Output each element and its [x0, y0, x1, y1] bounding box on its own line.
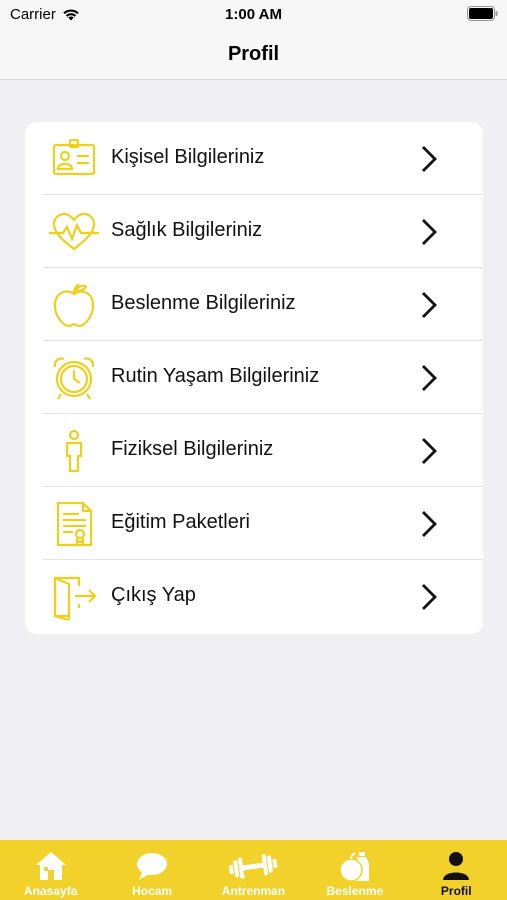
logout-door-icon: [53, 576, 97, 620]
certificate-icon: [56, 501, 93, 547]
menu-item-training-packages[interactable]: Eğitim Paketleri: [25, 487, 483, 560]
tab-antrenman[interactable]: Antrenman: [203, 840, 304, 900]
tab-anasayfa[interactable]: Anasayfa: [0, 840, 101, 900]
chevron-right-icon: [422, 219, 437, 245]
tab-profil[interactable]: Profil: [406, 840, 507, 900]
menu-item-label: Kişisel Bilgileriniz: [111, 146, 265, 168]
menu-item-logout[interactable]: Çıkış Yap: [25, 560, 483, 633]
menu-item-nutrition-info[interactable]: Beslenme Bilgileriniz: [25, 268, 483, 341]
status-bar: Carrier 1:00 AM: [0, 0, 507, 30]
menu-item-label: Sağlık Bilgileriniz: [111, 219, 263, 241]
navigation-bar: Profil: [0, 30, 507, 80]
tab-label: Anasayfa: [24, 884, 78, 898]
dumbbell-icon: [229, 854, 278, 879]
chevron-right-icon: [422, 438, 437, 464]
heart-pulse-icon: [49, 212, 99, 251]
tab-beslenme[interactable]: Beslenme: [304, 840, 405, 900]
menu-item-label: Eğitim Paketleri: [111, 511, 250, 533]
alarm-clock-icon: [53, 357, 95, 400]
chat-bubble-icon: [137, 853, 168, 880]
tab-label: Hocam: [132, 884, 173, 898]
tab-label: Profil: [440, 884, 472, 898]
menu-item-label: Rutin Yaşam Bilgileriniz: [111, 365, 320, 387]
menu-item-label: Çıkış Yap: [111, 584, 196, 606]
chevron-right-icon: [422, 584, 437, 610]
menu-item-routine-info[interactable]: Rutin Yaşam Bilgileriniz: [25, 341, 483, 414]
chevron-right-icon: [422, 146, 437, 172]
menu-item-personal-info[interactable]: Kişisel Bilgileriniz: [25, 122, 483, 195]
tab-bar: Anasayfa Hocam Antrenman Beslenme Profil: [0, 840, 507, 900]
tab-label: Beslenme: [326, 884, 384, 898]
page-title: Profil: [227, 43, 280, 65]
chevron-right-icon: [422, 511, 437, 537]
clock: 1:00 AM: [225, 6, 282, 23]
apple-icon: [53, 283, 95, 328]
user-icon: [443, 852, 470, 880]
menu-item-health-info[interactable]: Sağlık Bilgileriniz: [25, 195, 483, 268]
menu-item-label: Beslenme Bilgileriniz: [111, 292, 296, 314]
menu-item-label: Fiziksel Bilgileriniz: [111, 438, 274, 460]
chevron-right-icon: [422, 365, 437, 391]
menu-item-physical-info[interactable]: Fiziksel Bilgileriniz: [25, 414, 483, 487]
profile-menu: Kişisel Bilgileriniz Sağlık Bilgileriniz…: [25, 122, 483, 634]
person-icon: [65, 429, 83, 473]
id-card-icon: [52, 138, 96, 176]
chevron-right-icon: [422, 292, 437, 318]
battery-icon: [467, 6, 498, 21]
tab-label: Antrenman: [221, 884, 286, 898]
tab-hocam[interactable]: Hocam: [101, 840, 202, 900]
nutrition-icon: [339, 852, 369, 882]
home-icon: [35, 852, 66, 880]
